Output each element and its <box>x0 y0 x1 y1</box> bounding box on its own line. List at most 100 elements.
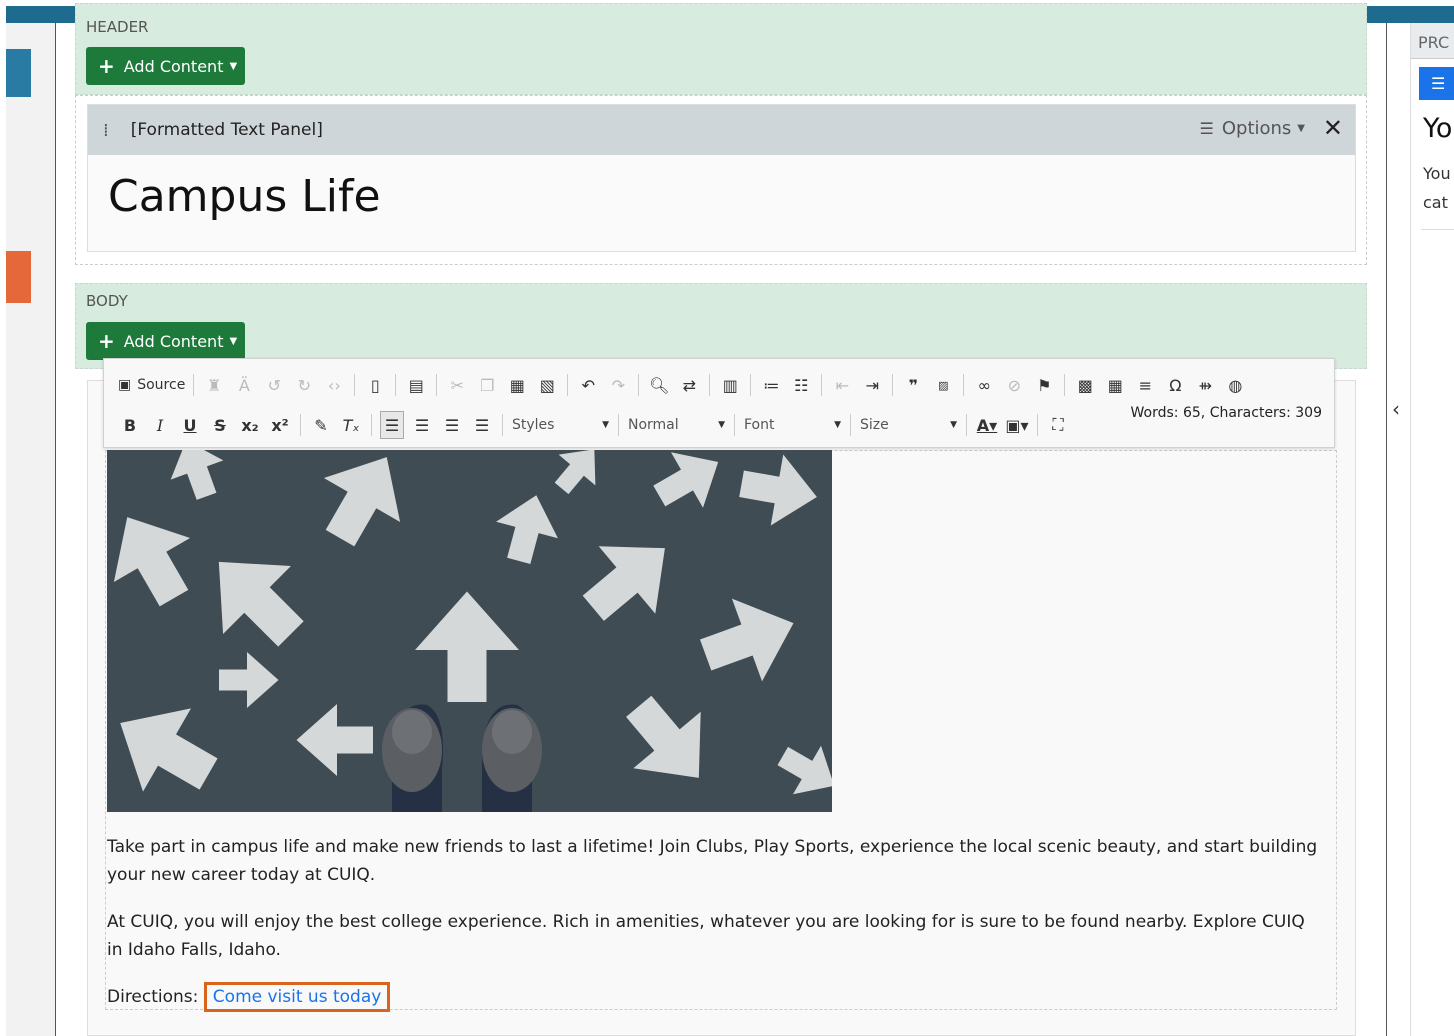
come-visit-link[interactable]: Come visit us today <box>203 982 391 1012</box>
source-icon: ▣ <box>118 377 132 393</box>
properties-line-1: You <box>1423 164 1451 183</box>
unlink-icon[interactable]: ⊘ <box>1002 371 1026 399</box>
size-label: Size <box>860 417 889 433</box>
special-char-icon[interactable]: Ω <box>1163 371 1187 399</box>
chalk-arrows-illustration <box>107 450 832 812</box>
superscript-icon[interactable]: x² <box>268 411 292 439</box>
add-content-label: Add Content <box>123 331 224 351</box>
toolbar-separator <box>193 374 195 396</box>
format-label: Normal <box>628 417 679 433</box>
align-right-icon[interactable]: ☰ <box>440 411 464 439</box>
paste-text-icon[interactable]: ▧ <box>535 371 559 399</box>
text-color-icon[interactable]: A▾ <box>975 411 999 439</box>
toolbar-separator <box>354 374 356 396</box>
toolbar-separator <box>618 414 619 436</box>
formatted-text-panel: ⁞ [Formatted Text Panel] ☰ Options ▼ ✕ C… <box>87 104 1356 252</box>
globe-icon[interactable]: ◍ <box>1223 371 1247 399</box>
outdent-icon[interactable]: ⇤ <box>830 371 854 399</box>
toolbar-separator <box>436 374 438 396</box>
font-dropdown[interactable]: Font ▼ <box>740 411 845 439</box>
panel-title: [Formatted Text Panel] <box>130 120 323 140</box>
caret-down-icon: ▼ <box>834 420 841 430</box>
font-label: Font <box>744 417 775 433</box>
numbered-list-icon[interactable]: ≔ <box>759 371 783 399</box>
header-add-content-button[interactable]: + Add Content ▼ <box>86 47 245 85</box>
align-center-icon[interactable]: ☰ <box>410 411 434 439</box>
page-break-icon[interactable]: ⇻ <box>1193 371 1217 399</box>
align-justify-icon[interactable]: ☰ <box>470 411 494 439</box>
select-all-icon[interactable]: ▥ <box>718 371 742 399</box>
properties-text: You cat <box>1423 159 1451 217</box>
background-color-icon[interactable]: ▣▾ <box>1005 411 1029 439</box>
paste-icon[interactable]: ▦ <box>505 371 529 399</box>
align-left-icon[interactable]: ☰ <box>380 411 404 439</box>
find-replace-icon[interactable]: ⇄ <box>677 371 701 399</box>
drag-handle-icon[interactable]: ⁞ <box>103 120 109 141</box>
caret-down-icon: ▼ <box>602 420 609 430</box>
indent-icon[interactable]: ⇥ <box>860 371 884 399</box>
sidebar-tab-blue[interactable] <box>6 49 31 97</box>
search-icon[interactable]: 🔍︎ <box>647 371 671 399</box>
plus-icon: + <box>98 329 115 353</box>
link-icon[interactable]: ∞ <box>972 371 996 399</box>
bulleted-list-icon[interactable]: ☷ <box>789 371 813 399</box>
italic-icon[interactable]: I <box>148 411 172 439</box>
redo-arrow-icon[interactable]: ↷ <box>606 371 630 399</box>
replace-icon[interactable]: Ä <box>232 371 256 399</box>
undo-arrow-icon[interactable]: ↶ <box>576 371 600 399</box>
copy-format-icon[interactable]: ✎ <box>309 411 333 439</box>
cut-icon[interactable]: ✂ <box>445 371 469 399</box>
new-page-icon[interactable]: ▯ <box>363 371 387 399</box>
bold-icon[interactable]: B <box>118 411 142 439</box>
main-canvas: HEADER + Add Content ▼ ⁞ [Formatted Text… <box>57 3 1400 1036</box>
toolbar-separator <box>502 414 503 436</box>
subscript-icon[interactable]: x₂ <box>238 411 262 439</box>
options-button[interactable]: ☰ Options ▼ <box>1200 118 1306 139</box>
strikethrough-icon[interactable]: S <box>208 411 232 439</box>
properties-heading: Yo <box>1423 113 1453 144</box>
source-label: Source <box>137 377 186 393</box>
code-icon[interactable]: ‹› <box>322 371 346 399</box>
panel-heading: Campus Life <box>108 171 381 222</box>
blockquote-icon[interactable]: ❞ <box>901 371 925 399</box>
caret-down-icon: ▼ <box>229 335 238 347</box>
directions-label: Directions: <box>107 987 199 1007</box>
copy-icon[interactable]: ❐ <box>475 371 499 399</box>
preview-icon[interactable]: ▤ <box>404 371 428 399</box>
paragraph-1: Take part in campus life and make new fr… <box>107 837 1318 885</box>
caret-down-icon: ▼ <box>229 60 238 72</box>
format-dropdown[interactable]: Normal ▼ <box>624 411 729 439</box>
maximize-icon[interactable]: ⛶ <box>1046 411 1070 439</box>
horizontal-rule-icon[interactable]: ≡ <box>1133 371 1157 399</box>
header-section: HEADER + Add Content ▼ <box>75 3 1367 95</box>
table-icon[interactable]: ▦ <box>1103 371 1127 399</box>
find-icon[interactable]: ♜ <box>202 371 226 399</box>
toolbar-separator <box>963 374 965 396</box>
toolbar-separator <box>371 414 372 436</box>
collapse-chevron-icon[interactable]: ‹ <box>1392 397 1400 421</box>
list-view-icon[interactable]: ☰ <box>1419 67 1454 100</box>
div-icon[interactable]: ▨ <box>931 371 955 399</box>
sidebar-tab-orange[interactable] <box>6 251 31 303</box>
caret-down-icon: ▼ <box>718 420 725 430</box>
paragraph-2: At CUIQ, you will enjoy the best college… <box>107 912 1305 960</box>
image-icon[interactable]: ▩ <box>1073 371 1097 399</box>
body-add-content-button[interactable]: + Add Content ▼ <box>86 322 245 360</box>
toolbar-separator <box>750 374 752 396</box>
source-button[interactable]: ▣ Source <box>118 371 185 399</box>
properties-tab-header[interactable]: PRC <box>1411 23 1454 59</box>
panel-header: ⁞ [Formatted Text Panel] ☰ Options ▼ ✕ <box>88 105 1355 155</box>
size-dropdown[interactable]: Size ▼ <box>856 411 961 439</box>
body-section: BODY + Add Content ▼ <box>75 283 1367 369</box>
remove-format-icon[interactable]: Tₓ <box>339 411 363 439</box>
body-section-title: BODY <box>86 292 128 310</box>
rich-text-toolbar: ▣ Source ♜ Ä ↺ ↻ ‹› ▯ ▤ ✂ ❐ ▦ ▧ ↶ ↷ 🔍︎ ⇄ <box>103 358 1335 448</box>
styles-dropdown[interactable]: Styles ▼ <box>508 411 613 439</box>
redo-icon[interactable]: ↻ <box>292 371 316 399</box>
undo-icon[interactable]: ↺ <box>262 371 286 399</box>
underline-icon[interactable]: U <box>178 411 202 439</box>
anchor-flag-icon[interactable]: ⚑ <box>1032 371 1056 399</box>
close-icon[interactable]: ✕ <box>1323 114 1343 142</box>
header-section-title: HEADER <box>86 18 149 36</box>
arrows-photo[interactable] <box>107 450 832 812</box>
